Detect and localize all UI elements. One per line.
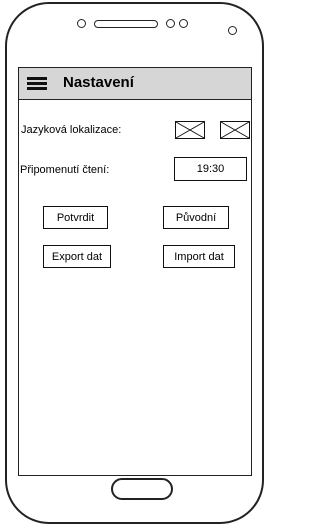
language-option-2[interactable] bbox=[220, 121, 250, 139]
language-label: Jazyková lokalizace: bbox=[21, 124, 122, 136]
page-title: Nastavení bbox=[63, 74, 134, 91]
import-data-button[interactable]: Import dat bbox=[163, 245, 235, 268]
confirm-button[interactable]: Potvrdit bbox=[43, 206, 108, 229]
speaker-grille-icon bbox=[94, 20, 158, 28]
reminder-time-input[interactable]: 19:30 bbox=[174, 157, 247, 181]
front-sensor-icon bbox=[77, 19, 86, 28]
app-header: Nastavení bbox=[19, 68, 251, 100]
hamburger-menu-icon[interactable] bbox=[27, 77, 47, 91]
image-placeholder-icon bbox=[221, 122, 249, 138]
reminder-label: Připomenutí čtení: bbox=[20, 164, 110, 176]
front-sensor-icon bbox=[179, 19, 188, 28]
front-sensor-icon bbox=[166, 19, 175, 28]
language-option-1[interactable] bbox=[175, 121, 205, 139]
export-data-button[interactable]: Export dat bbox=[43, 245, 111, 268]
image-placeholder-icon bbox=[176, 122, 204, 138]
original-button[interactable]: Původní bbox=[163, 206, 229, 229]
home-button[interactable] bbox=[111, 478, 173, 500]
camera-icon bbox=[228, 26, 237, 35]
